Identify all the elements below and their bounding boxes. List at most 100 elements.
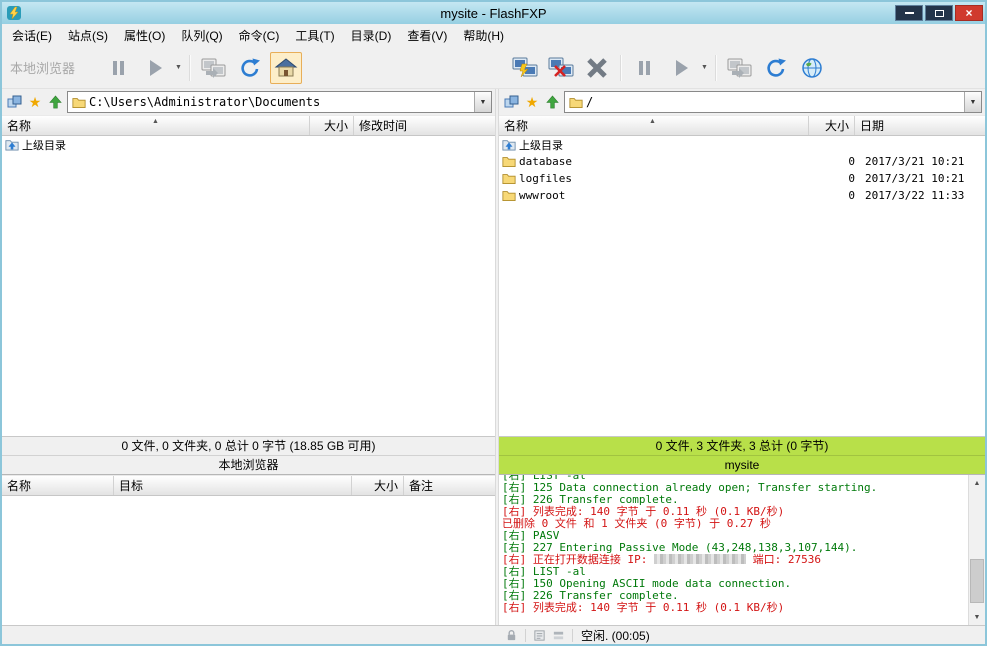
queue-column-size[interactable]: 大小 <box>352 476 404 495</box>
log-scrollbar[interactable]: ▲ ▼ <box>968 475 985 625</box>
flashfxp-app-icon[interactable] <box>6 5 22 21</box>
menu-item[interactable]: 属性(O) <box>116 24 173 47</box>
start-dropdown-arrow[interactable]: ▼ <box>699 64 710 71</box>
transfer-icon <box>727 56 753 80</box>
favorites-button[interactable]: ★ <box>25 92 45 112</box>
local-file-list[interactable]: 上级目录 <box>2 136 495 437</box>
queue-column-name[interactable]: 名称 <box>2 476 114 495</box>
file-date: 2017/3/21 10:21 <box>855 172 985 185</box>
go-up-button[interactable] <box>542 92 562 112</box>
file-date: 2017/3/22 11:33 <box>855 189 985 202</box>
local-transfer-button[interactable] <box>198 52 230 84</box>
remote-column-date[interactable]: 日期 <box>855 116 985 135</box>
maximize-button[interactable] <box>925 5 953 21</box>
queue-panel: 名称 目标 大小 备注 <box>2 475 495 625</box>
local-pause-button[interactable] <box>103 52 135 84</box>
folder-icon <box>569 96 583 109</box>
scroll-down-button[interactable]: ▼ <box>969 609 985 625</box>
go-up-button[interactable] <box>45 92 65 112</box>
parent-folder-icon <box>499 138 519 152</box>
menu-item[interactable]: 命令(C) <box>231 24 288 47</box>
site-globe-button[interactable] <box>796 52 828 84</box>
remote-column-size[interactable]: 大小 <box>809 116 855 135</box>
menu-bar: 会话(E)站点(S)属性(O)队列(Q)命令(C)工具(T)目录(D)查看(V)… <box>2 24 985 47</box>
queue-column-note[interactable]: 备注 <box>404 476 495 495</box>
home-icon <box>274 56 298 80</box>
parent-folder-icon <box>2 138 22 152</box>
file-size: 0 <box>809 155 855 168</box>
menu-item[interactable]: 会话(E) <box>4 24 60 47</box>
disconnect-icon <box>548 56 574 80</box>
remote-file-row[interactable]: logfiles 0 2017/3/21 10:21 <box>499 170 985 187</box>
combobox-dropdown-button[interactable]: ▼ <box>964 92 981 112</box>
remote-file-row[interactable]: wwwroot 0 2017/3/22 11:33 <box>499 187 985 204</box>
statusbar-separator <box>572 629 573 642</box>
local-path-combobox[interactable]: C:\Users\Administrator\Documents ▼ <box>67 91 492 113</box>
sort-asc-icon: ▲ <box>649 118 656 125</box>
menu-item[interactable]: 查看(V) <box>399 24 455 47</box>
remote-file-list[interactable]: 上级目录 database 0 2017/3/21 10:21 logfiles… <box>499 136 985 437</box>
window-title: mysite - FlashFXP <box>2 6 985 21</box>
remote-toolbar: ▼ <box>495 47 985 88</box>
local-status-band: 0 文件, 0 文件夹, 0 总计 0 字节 (18.85 GB 可用) 本地浏… <box>2 437 495 475</box>
title-bar[interactable]: mysite - FlashFXP × <box>2 2 985 24</box>
close-button[interactable]: × <box>955 5 983 21</box>
toolbar-row: 本地浏览器 ▼ <box>2 47 985 89</box>
pause-icon <box>633 56 657 80</box>
local-start-button[interactable] <box>139 52 171 84</box>
local-column-modified[interactable]: 修改时间 <box>354 116 495 135</box>
folder-icon <box>499 155 519 168</box>
redacted-ip <box>654 554 746 564</box>
local-path-value[interactable]: C:\Users\Administrator\Documents <box>89 95 474 109</box>
remote-transfer-button[interactable] <box>724 52 756 84</box>
folder-compare-button[interactable] <box>502 92 522 112</box>
toolbar-separator <box>189 55 191 81</box>
scroll-up-button[interactable]: ▲ <box>969 475 985 491</box>
local-home-button[interactable] <box>270 52 302 84</box>
remote-pause-button[interactable] <box>629 52 661 84</box>
file-name: logfiles <box>519 172 809 185</box>
toolbar-separator <box>715 55 717 81</box>
menu-item[interactable]: 工具(T) <box>287 24 342 47</box>
menu-item[interactable]: 目录(D) <box>343 24 400 47</box>
up-arrow-icon <box>545 95 560 110</box>
local-column-size[interactable]: 大小 <box>310 116 354 135</box>
parent-directory-row[interactable]: 上级目录 <box>2 136 495 153</box>
remote-refresh-button[interactable] <box>760 52 792 84</box>
local-list-header: 名称 大小 修改时间 ▲ <box>2 115 495 136</box>
remote-path-combobox[interactable]: / ▼ <box>564 91 982 113</box>
scrollbar-thumb[interactable] <box>970 559 984 603</box>
start-dropdown-arrow[interactable]: ▼ <box>173 64 184 71</box>
menu-item[interactable]: 站点(S) <box>60 24 116 47</box>
up-arrow-icon <box>48 95 63 110</box>
notes-icon <box>533 629 546 642</box>
folder-icon <box>499 189 519 202</box>
queue-column-target[interactable]: 目标 <box>114 476 352 495</box>
minimize-button[interactable] <box>895 5 923 21</box>
globe-icon <box>800 56 824 80</box>
refresh-icon <box>764 56 788 80</box>
local-status-title: 本地浏览器 <box>2 455 495 474</box>
parent-directory-row[interactable]: 上级目录 <box>499 136 985 153</box>
combobox-dropdown-button[interactable]: ▼ <box>474 92 491 112</box>
disconnect-button[interactable] <box>545 52 577 84</box>
connect-button[interactable] <box>509 52 541 84</box>
local-address-row: ★ C:\Users\Administrator\Documents ▼ <box>2 89 495 115</box>
statusbar-separator <box>525 629 526 642</box>
remote-panel: ★ / ▼ 名称 大小 日期 ▲ <box>499 89 985 625</box>
play-icon <box>143 56 167 80</box>
local-refresh-button[interactable] <box>234 52 266 84</box>
remote-status-site: mysite <box>499 455 985 474</box>
file-size: 0 <box>809 189 855 202</box>
log-line: [右] 列表完成: 140 字节 于 0.11 秒 (0.1 KB/秒) <box>502 602 968 614</box>
status-bar: 空闲. (00:05) <box>2 625 985 644</box>
queue-list[interactable] <box>2 496 495 625</box>
remote-file-row[interactable]: database 0 2017/3/21 10:21 <box>499 153 985 170</box>
menu-item[interactable]: 队列(Q) <box>173 24 230 47</box>
remote-path-value[interactable]: / <box>586 95 964 109</box>
abort-button[interactable] <box>581 52 613 84</box>
favorites-button[interactable]: ★ <box>522 92 542 112</box>
folder-compare-button[interactable] <box>5 92 25 112</box>
menu-item[interactable]: 帮助(H) <box>455 24 512 47</box>
remote-start-button[interactable] <box>665 52 697 84</box>
